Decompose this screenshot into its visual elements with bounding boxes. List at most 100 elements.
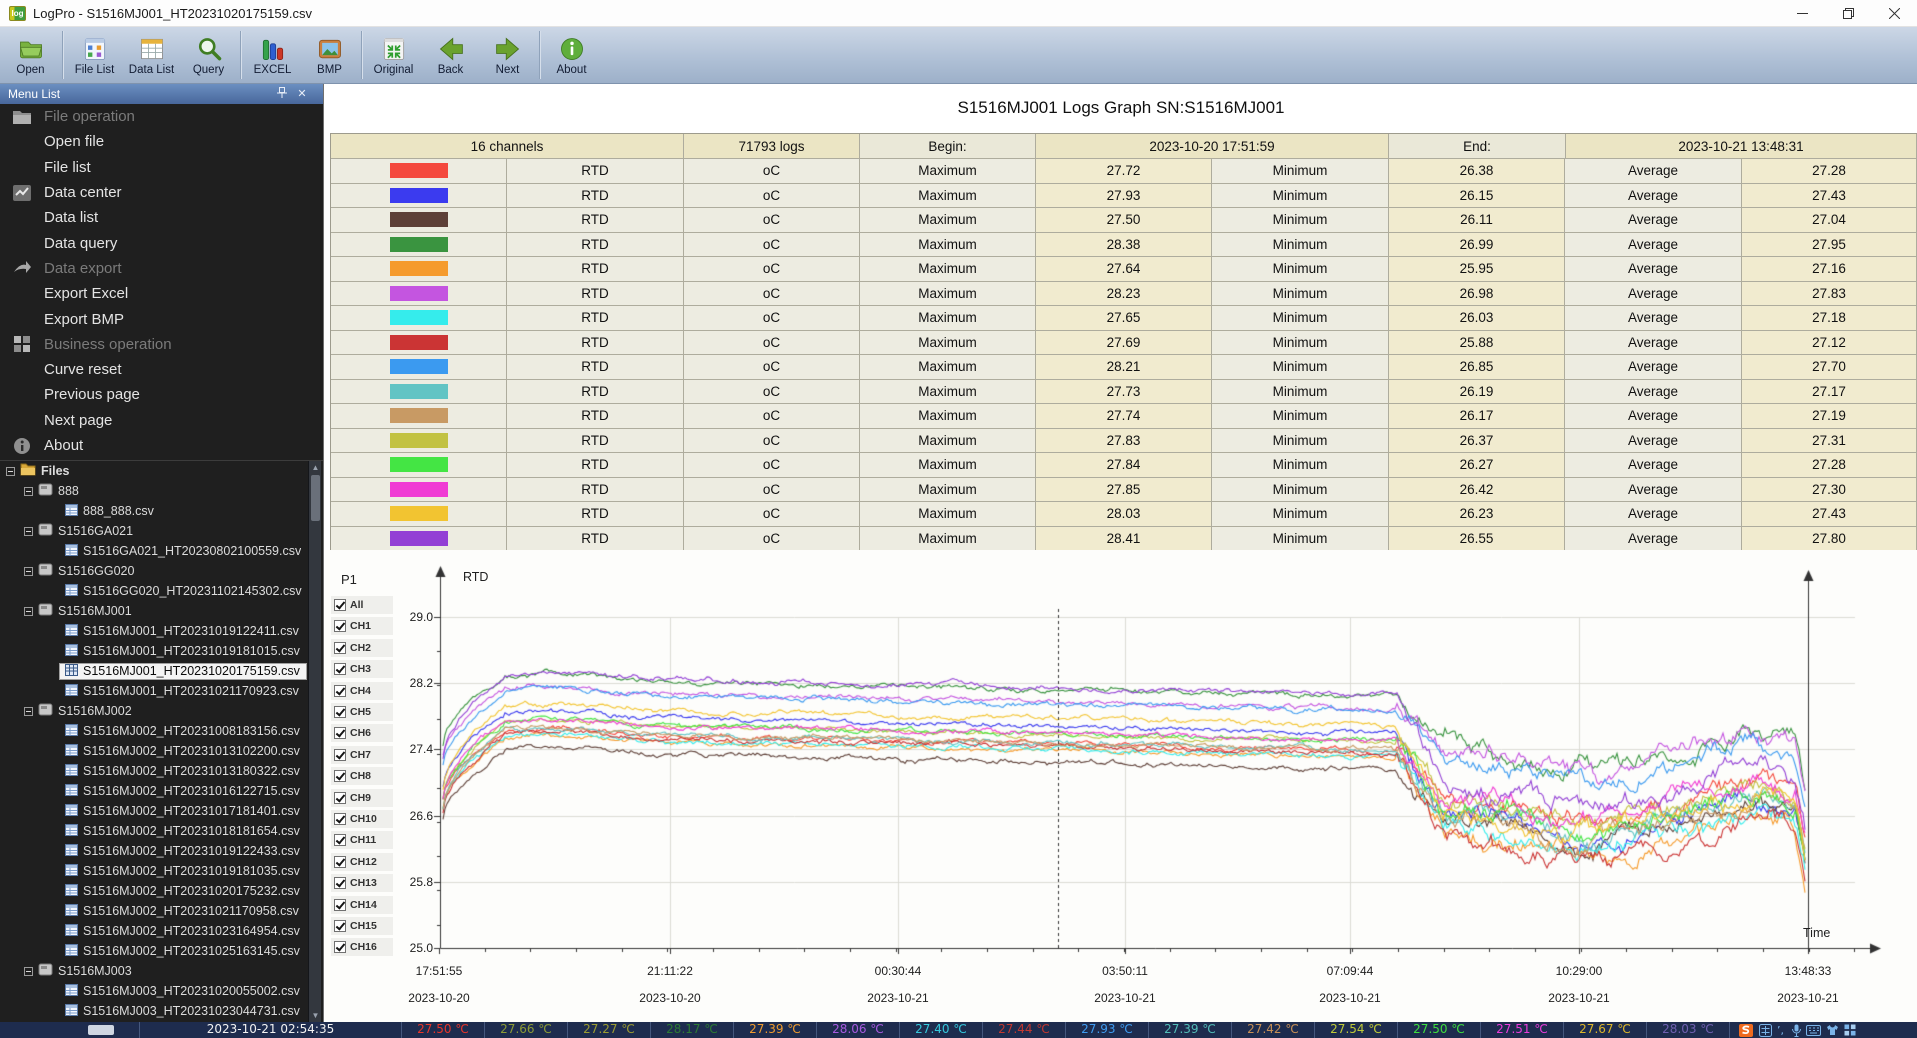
tree-item[interactable]: S1516MJ002_HT20231019122433.csv [0, 841, 323, 861]
channel-checkbox-ch2[interactable]: CH2 [331, 639, 393, 657]
checkbox-checked-icon[interactable] [334, 749, 346, 761]
channel-checkbox-ch13[interactable]: CH13 [331, 874, 393, 892]
checkbox-checked-icon[interactable] [334, 856, 346, 868]
checkbox-checked-icon[interactable] [334, 877, 346, 889]
tree-expander-icon[interactable] [6, 467, 15, 476]
curves-canvas[interactable] [325, 550, 1917, 1022]
tree-item[interactable]: S1516MJ001_HT20231021170923.csv [0, 681, 323, 701]
checkbox-checked-icon[interactable] [334, 920, 346, 932]
tree-item[interactable]: Files [0, 461, 323, 481]
tree-item[interactable]: S1516MJ003 [0, 961, 323, 981]
sidebar-item-data-list[interactable]: Data list [0, 205, 324, 230]
sidebar-item-open-file[interactable]: Open file [0, 129, 324, 154]
channel-checkbox-ch15[interactable]: CH15 [331, 917, 393, 935]
tree-item[interactable]: S1516MJ001 [0, 601, 323, 621]
close-panel-icon[interactable]: ✕ [295, 87, 309, 101]
checkbox-checked-icon[interactable] [334, 706, 346, 718]
toolbar-button-about[interactable]: About [543, 27, 600, 83]
checkbox-checked-icon[interactable] [334, 599, 346, 611]
toolbar-button-open[interactable]: Open [2, 27, 59, 83]
tree-item[interactable]: 888_888.csv [0, 501, 323, 521]
sidebar-item-data-center[interactable]: Data center [0, 180, 324, 205]
checkbox-checked-icon[interactable] [334, 685, 346, 697]
tree-item[interactable]: S1516GA021_HT20230802100559.csv [0, 541, 323, 561]
ime-punctuation-icon[interactable]: ’, [1777, 1024, 1787, 1037]
scroll-up-icon[interactable]: ▲ [311, 463, 320, 472]
sidebar-item-data-query[interactable]: Data query [0, 230, 324, 255]
channel-checkbox-all[interactable]: All [331, 596, 393, 614]
checkbox-checked-icon[interactable] [334, 792, 346, 804]
tree-item[interactable]: S1516MJ002_HT20231025163145.csv [0, 941, 323, 961]
tree-expander-icon[interactable] [24, 707, 33, 716]
tree-item[interactable]: 888 [0, 481, 323, 501]
checkbox-checked-icon[interactable] [334, 941, 346, 953]
sidebar-item-file-list[interactable]: File list [0, 155, 324, 180]
tree-item[interactable]: S1516MJ003_HT20231023044731.csv [0, 1001, 323, 1021]
minimize-button[interactable] [1779, 0, 1825, 27]
checkbox-checked-icon[interactable] [334, 899, 346, 911]
tree-item[interactable]: S1516MJ002_HT20231017181401.csv [0, 801, 323, 821]
channel-checkbox-ch1[interactable]: CH1 [331, 617, 393, 635]
tree-item[interactable]: S1516MJ002_HT20231023164954.csv [0, 921, 323, 941]
checkbox-checked-icon[interactable] [334, 813, 346, 825]
checkbox-checked-icon[interactable] [334, 620, 346, 632]
tree-item[interactable]: S1516MJ003_HT20231020055002.csv [0, 981, 323, 1001]
sidebar-item-previous-page[interactable]: Previous page [0, 382, 324, 407]
sidebar-item-curve-reset[interactable]: Curve reset [0, 357, 324, 382]
sidebar-item-about[interactable]: About [0, 433, 324, 458]
channel-checkbox-ch9[interactable]: CH9 [331, 789, 393, 807]
tree-item[interactable]: S1516MJ001_HT20231019181015.csv [0, 641, 323, 661]
tree-item[interactable]: S1516GA021 [0, 521, 323, 541]
channel-checkbox-ch11[interactable]: CH11 [331, 831, 393, 849]
scroll-down-icon[interactable]: ▼ [311, 1011, 320, 1020]
toolbar-button-data-list[interactable]: Data List [123, 27, 180, 83]
close-button[interactable] [1871, 0, 1917, 27]
pin-icon[interactable] [275, 87, 289, 101]
channel-checkbox-ch6[interactable]: CH6 [331, 724, 393, 742]
skin-icon[interactable] [1826, 1024, 1839, 1036]
toolbar-button-bmp[interactable]: BMP [301, 27, 358, 83]
channel-checkbox-ch8[interactable]: CH8 [331, 767, 393, 785]
tree-item[interactable]: S1516GG020_HT20231102145302.csv [0, 581, 323, 601]
tree-expander-icon[interactable] [24, 607, 33, 616]
sidebar-item-next-page[interactable]: Next page [0, 408, 324, 433]
checkbox-checked-icon[interactable] [334, 663, 346, 675]
channel-checkbox-ch10[interactable]: CH10 [331, 810, 393, 828]
toolbar-button-excel[interactable]: EXCEL [244, 27, 301, 83]
tree-expander-icon[interactable] [24, 967, 33, 976]
channel-checkbox-ch5[interactable]: CH5 [331, 703, 393, 721]
channel-checkbox-ch16[interactable]: CH16 [331, 938, 393, 956]
sogou-logo-icon[interactable] [1738, 1023, 1754, 1038]
toolbar-button-file-list[interactable]: File List [66, 27, 123, 83]
tree-item[interactable]: S1516MJ002_HT20231020175232.csv [0, 881, 323, 901]
toolbox-icon[interactable] [1844, 1024, 1856, 1036]
checkbox-checked-icon[interactable] [334, 727, 346, 739]
ime-chinese-icon[interactable] [1759, 1024, 1772, 1037]
tree-item[interactable]: S1516MJ002_HT20231013102200.csv [0, 741, 323, 761]
tree-item[interactable]: S1516MJ002 [0, 701, 323, 721]
toolbar-button-original[interactable]: Original [365, 27, 422, 83]
channel-checkbox-ch7[interactable]: CH7 [331, 746, 393, 764]
tree-item[interactable]: S1516MJ002_HT20231016122715.csv [0, 781, 323, 801]
checkbox-checked-icon[interactable] [334, 642, 346, 654]
tree-item[interactable]: S1516MJ001_HT20231019122411.csv [0, 621, 323, 641]
tree-item[interactable]: S1516MJ002_HT20231013180322.csv [0, 761, 323, 781]
channel-checkbox-ch12[interactable]: CH12 [331, 853, 393, 871]
tree-item[interactable]: S1516MJ002_HT20231018181654.csv [0, 821, 323, 841]
toolbar-button-back[interactable]: Back [422, 27, 479, 83]
tree-item[interactable]: S1516GG020 [0, 561, 323, 581]
tree-item[interactable]: S1516MJ002_HT20231019181035.csv [0, 861, 323, 881]
channel-checkbox-ch14[interactable]: CH14 [331, 896, 393, 914]
tree-scrollbar[interactable]: ▲ ▼ [308, 461, 321, 1022]
sidebar-item-export-bmp[interactable]: Export BMP [0, 306, 324, 331]
scrollbar-thumb[interactable] [311, 475, 320, 521]
toolbar-button-next[interactable]: Next [479, 27, 536, 83]
toolbar-button-query[interactable]: Query [180, 27, 237, 83]
tree-item-selected[interactable]: S1516MJ001_HT20231020175159.csv [0, 661, 323, 681]
tree-expander-icon[interactable] [24, 567, 33, 576]
keyboard-icon[interactable] [1806, 1025, 1821, 1036]
sidebar-item-export-excel[interactable]: Export Excel [0, 281, 324, 306]
checkbox-checked-icon[interactable] [334, 770, 346, 782]
checkbox-checked-icon[interactable] [334, 834, 346, 846]
tree-item[interactable]: S1516MJ002_HT20231021170958.csv [0, 901, 323, 921]
